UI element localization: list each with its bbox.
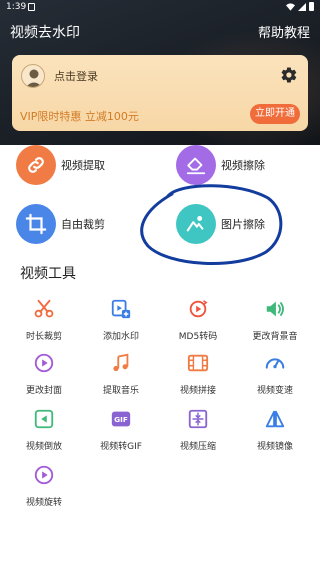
md5-icon — [189, 300, 208, 318]
sim-icon — [28, 3, 35, 11]
tool-change-bgm[interactable]: 更改背景音 — [240, 298, 310, 346]
battery-icon — [309, 2, 314, 11]
speedometer-icon — [265, 358, 285, 369]
main-label: 视频擦除 — [221, 159, 265, 172]
main-tile-video-erase[interactable]: 视频擦除 — [176, 145, 265, 185]
speaker-icon — [266, 301, 284, 317]
tool-label: 更改封面 — [25, 386, 62, 396]
tool-label: 视频压缩 — [179, 442, 216, 452]
tool-duration-trim[interactable]: 时长裁剪 — [9, 298, 79, 346]
vip-card: 点击登录 VIP限时特惠 立减100元 立即开通 — [12, 55, 308, 131]
main-tile-video-extract[interactable]: 视频提取 — [16, 145, 105, 185]
image-edit-icon — [176, 204, 216, 244]
mirror-icon — [265, 410, 285, 428]
vip-activate-button[interactable]: 立即开通 — [250, 104, 300, 124]
tool-label: 视频镜像 — [256, 442, 293, 452]
cover-icon — [34, 353, 54, 373]
vip-promo-text: VIP限时特惠 立减100元 — [20, 110, 139, 123]
crop-icon — [16, 204, 56, 244]
tool-video-to-gif[interactable]: GIF 视频转GIF — [86, 408, 156, 456]
tool-label: 更改背景音 — [252, 332, 298, 342]
scissors-icon — [34, 299, 54, 318]
signal-icon — [298, 2, 306, 11]
gif-icon: GIF — [111, 411, 131, 427]
compress-icon — [188, 409, 208, 429]
tool-change-cover[interactable]: 更改封面 — [9, 352, 79, 400]
main-tile-free-crop[interactable]: 自由裁剪 — [16, 204, 105, 244]
film-join-icon — [187, 354, 209, 372]
header: 1:39 视频去水印 帮助教程 点击登录 VIP限时特惠 立减100元 立即开通 — [0, 0, 320, 145]
status-bar: 1:39 — [0, 0, 320, 14]
navigation-bar — [0, 551, 320, 571]
status-time: 1:39 — [6, 2, 27, 12]
tool-video-mirror[interactable]: 视频镜像 — [240, 408, 310, 456]
tool-video-join[interactable]: 视频拼接 — [163, 352, 233, 400]
main-tile-image-erase[interactable]: 图片擦除 — [176, 204, 265, 244]
tool-video-reverse[interactable]: 视频倒放 — [9, 408, 79, 456]
tool-label: MD5转码 — [178, 332, 218, 342]
wifi-icon — [286, 2, 295, 11]
login-link[interactable]: 点击登录 — [54, 68, 98, 84]
tool-extract-music[interactable]: 提取音乐 — [86, 352, 156, 400]
main-label: 图片擦除 — [221, 218, 265, 231]
gear-icon[interactable] — [280, 66, 298, 84]
link-icon — [16, 145, 56, 185]
main-label: 自由裁剪 — [61, 218, 105, 231]
svg-text:GIF: GIF — [114, 415, 128, 424]
rotate-icon — [34, 465, 54, 485]
tool-label: 添加水印 — [102, 332, 139, 342]
tool-label: 视频变速 — [256, 386, 293, 396]
music-note-icon — [113, 353, 129, 372]
tool-label: 视频转GIF — [100, 442, 142, 452]
eraser-icon — [176, 145, 216, 185]
reverse-play-icon — [34, 409, 54, 429]
tool-label: 视频倒放 — [25, 442, 62, 452]
tool-label: 视频拼接 — [179, 386, 216, 396]
tool-label: 提取音乐 — [102, 386, 139, 396]
add-watermark-icon — [111, 299, 131, 319]
tool-label: 时长裁剪 — [25, 332, 62, 342]
tool-video-rotate[interactable]: 视频旋转 — [9, 464, 79, 512]
main-label: 视频提取 — [61, 159, 105, 172]
tool-label: 视频旋转 — [25, 498, 62, 508]
tool-md5[interactable]: MD5转码 — [163, 298, 233, 346]
tool-video-speed[interactable]: 视频变速 — [240, 352, 310, 400]
app-title: 视频去水印 — [10, 25, 80, 41]
section-title-video-tools: 视频工具 — [20, 266, 76, 282]
help-tutorial-link[interactable]: 帮助教程 — [258, 22, 310, 41]
tool-add-watermark[interactable]: 添加水印 — [86, 298, 156, 346]
user-icon — [25, 69, 43, 87]
avatar[interactable] — [21, 64, 45, 88]
tool-video-compress[interactable]: 视频压缩 — [163, 408, 233, 456]
